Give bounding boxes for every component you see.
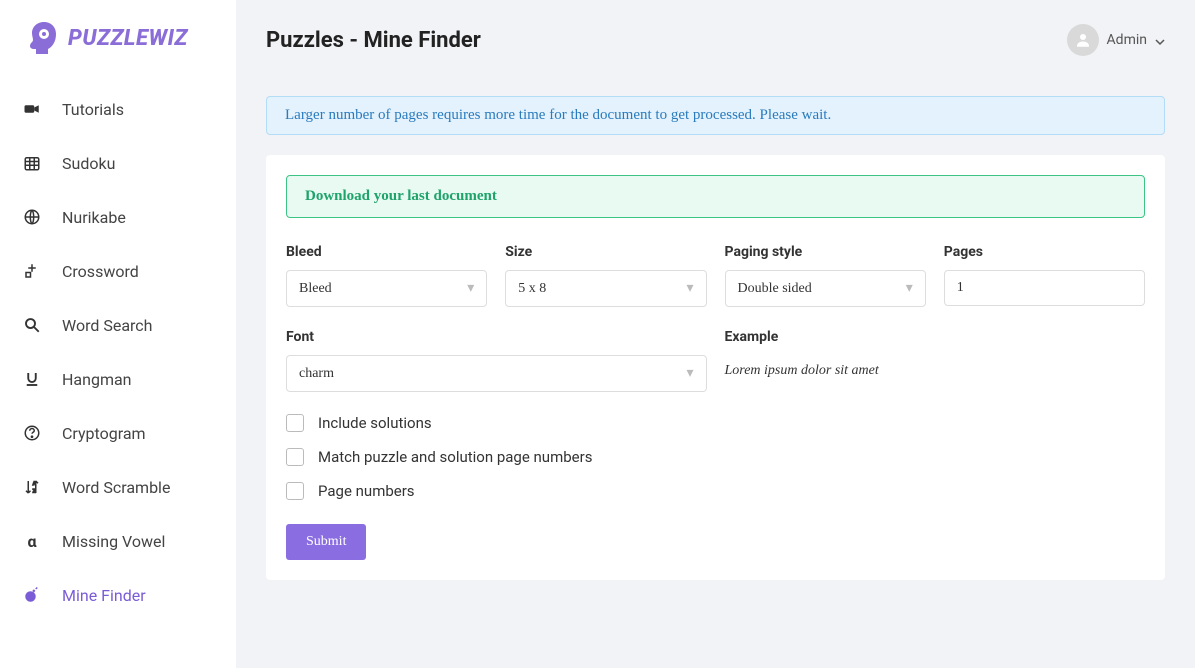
bleed-label: Bleed (286, 244, 487, 260)
main-content: Puzzles - Mine Finder Admin Larger numbe… (236, 0, 1195, 668)
sidebar-item-word-scramble[interactable]: AZ Word Scramble (0, 460, 236, 514)
checkbox-icon[interactable] (286, 482, 304, 500)
search-icon (22, 315, 42, 335)
example-label: Example (725, 329, 1146, 345)
check-page-numbers[interactable]: Page numbers (286, 482, 1145, 500)
nav-list: Tutorials Sudoku Nurikabe Crossword Word… (0, 82, 236, 622)
check-match-numbers[interactable]: Match puzzle and solution page numbers (286, 448, 1145, 466)
sidebar-item-sudoku[interactable]: Sudoku (0, 136, 236, 190)
font-value: charm (299, 366, 334, 382)
size-label: Size (505, 244, 706, 260)
font-label: Font (286, 329, 707, 345)
topbar: Puzzles - Mine Finder Admin (266, 24, 1165, 56)
sidebar-item-tutorials[interactable]: Tutorials (0, 82, 236, 136)
chevron-down-icon: ▾ (686, 365, 693, 382)
sidebar-item-label: Word Search (62, 316, 153, 335)
sidebar-item-nurikabe[interactable]: Nurikabe (0, 190, 236, 244)
check-include-solutions[interactable]: Include solutions (286, 414, 1145, 432)
field-paging: Paging style Double sided ▾ (725, 244, 926, 307)
user-menu[interactable]: Admin (1067, 24, 1165, 56)
svg-text:A: A (33, 481, 36, 487)
submit-button[interactable]: Submit (286, 524, 366, 560)
field-pages: Pages (944, 244, 1145, 307)
form-panel: Download your last document Bleed Bleed … (266, 155, 1165, 580)
logo-mark-icon (24, 18, 64, 58)
sidebar-item-label: Cryptogram (62, 424, 146, 443)
chevron-down-icon: ▾ (467, 280, 474, 297)
sidebar-item-hangman[interactable]: Hangman (0, 352, 236, 406)
sidebar-item-label: Hangman (62, 370, 132, 389)
bleed-value: Bleed (299, 281, 332, 297)
pages-label: Pages (944, 244, 1145, 260)
check-label: Match puzzle and solution page numbers (318, 448, 592, 466)
chevron-down-icon (1155, 35, 1165, 45)
sidebar-item-cryptogram[interactable]: Cryptogram (0, 406, 236, 460)
sidebar-item-label: Crossword (62, 262, 139, 281)
logo: PuzzleWiz (0, 18, 236, 82)
sidebar-item-missing-vowel[interactable]: α Missing Vowel (0, 514, 236, 568)
page-title: Puzzles - Mine Finder (266, 28, 481, 53)
info-alert: Larger number of pages requires more tim… (266, 96, 1165, 135)
field-bleed: Bleed Bleed ▾ (286, 244, 487, 307)
paging-label: Paging style (725, 244, 926, 260)
check-label: Page numbers (318, 482, 415, 500)
bomb-icon (22, 585, 42, 605)
user-name: Admin (1107, 32, 1147, 48)
size-select[interactable]: 5 x 8 ▾ (505, 270, 706, 307)
sidebar-item-word-search[interactable]: Word Search (0, 298, 236, 352)
bleed-select[interactable]: Bleed ▾ (286, 270, 487, 307)
checkbox-icon[interactable] (286, 448, 304, 466)
chevron-down-icon: ▾ (686, 280, 693, 297)
underline-icon (22, 369, 42, 389)
question-icon (22, 423, 42, 443)
paging-select[interactable]: Double sided ▾ (725, 270, 926, 307)
calendar-icon (22, 153, 42, 173)
puzzle-icon (22, 261, 42, 281)
field-example: Example Lorem ipsum dolor sit amet (725, 329, 1146, 392)
avatar-icon (1067, 24, 1099, 56)
video-icon (22, 99, 42, 119)
sidebar-item-crossword[interactable]: Crossword (0, 244, 236, 298)
sort-icon: AZ (22, 477, 42, 497)
check-label: Include solutions (318, 414, 432, 432)
alpha-icon: α (22, 531, 42, 551)
field-size: Size 5 x 8 ▾ (505, 244, 706, 307)
field-font: Font charm ▾ (286, 329, 707, 392)
sidebar-item-label: Tutorials (62, 100, 124, 119)
example-text: Lorem ipsum dolor sit amet (725, 355, 1146, 379)
font-select[interactable]: charm ▾ (286, 355, 707, 392)
svg-text:Z: Z (33, 488, 36, 494)
download-last-document[interactable]: Download your last document (286, 175, 1145, 218)
checkbox-icon[interactable] (286, 414, 304, 432)
chevron-down-icon: ▾ (906, 280, 913, 297)
sidebar-item-label: Mine Finder (62, 586, 146, 605)
sidebar-item-label: Sudoku (62, 154, 115, 173)
size-value: 5 x 8 (518, 281, 546, 297)
paging-value: Double sided (738, 281, 812, 297)
sidebar: PuzzleWiz Tutorials Sudoku Nurikabe Cros… (0, 0, 236, 668)
globe-icon (22, 207, 42, 227)
sidebar-item-label: Word Scramble (62, 478, 170, 497)
pages-input[interactable] (944, 270, 1145, 306)
sidebar-item-mine-finder[interactable]: Mine Finder (0, 568, 236, 622)
brand-name: PuzzleWiz (68, 26, 188, 51)
sidebar-item-label: Nurikabe (62, 208, 126, 227)
sidebar-item-label: Missing Vowel (62, 532, 165, 551)
